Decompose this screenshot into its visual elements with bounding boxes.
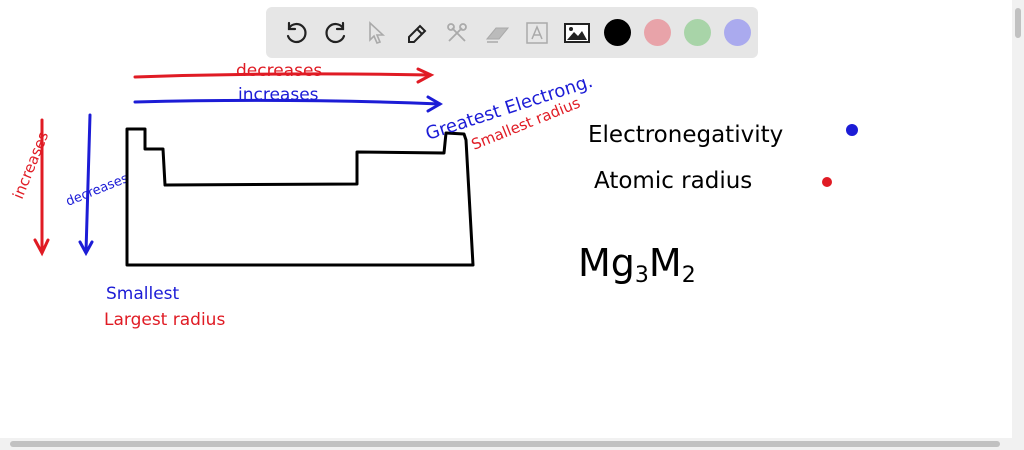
eraser-tool[interactable] <box>477 13 517 53</box>
select-icon <box>369 20 386 44</box>
vertical-scrollbar[interactable] <box>1012 0 1024 438</box>
legend-atomic-radius: Atomic radius <box>594 168 752 194</box>
color-swatch-black <box>603 19 631 46</box>
redo-button[interactable] <box>316 13 356 53</box>
color-blue[interactable] <box>718 13 758 53</box>
periodic-table-outline <box>125 127 475 267</box>
undo-icon <box>286 21 307 43</box>
color-swatch-blue <box>724 19 752 46</box>
color-swatch-red <box>644 19 672 46</box>
formula-m: M <box>649 241 682 285</box>
toolbar <box>266 7 758 58</box>
select-tool[interactable] <box>356 13 396 53</box>
redo-icon <box>325 21 346 43</box>
image-icon <box>564 22 591 43</box>
formula-mg: Mg <box>578 241 635 285</box>
color-black[interactable] <box>597 13 637 53</box>
scrollbar-corner <box>1012 438 1024 450</box>
formula-sub-2: 2 <box>682 263 696 288</box>
pen-tool[interactable] <box>397 13 437 53</box>
eraser-icon <box>485 27 509 43</box>
bottom-left-blue-label: Smallest <box>106 284 180 304</box>
blue-dot <box>846 124 858 136</box>
undo-button[interactable] <box>276 13 316 53</box>
horizontal-scrollbar-thumb[interactable] <box>10 441 1000 447</box>
red-dot <box>822 177 832 187</box>
formula-sub-3: 3 <box>635 263 649 288</box>
bottom-left-red-label: Largest radius <box>104 310 225 330</box>
color-red[interactable] <box>638 13 678 53</box>
top-blue-label: increases <box>238 85 319 105</box>
text-tool[interactable] <box>517 13 557 53</box>
pen-icon <box>407 24 427 43</box>
blue-arrow-down <box>78 113 94 257</box>
drawing-canvas[interactable]: decreases increases increases decreases … <box>0 0 1012 438</box>
legend-electronegativity: Electronegativity <box>588 122 783 148</box>
text-icon <box>526 21 548 44</box>
left-red-label: increases <box>9 129 52 202</box>
vertical-scrollbar-thumb[interactable] <box>1015 8 1021 38</box>
formula: Mg3M2 <box>578 241 696 288</box>
horizontal-scrollbar[interactable] <box>0 438 1012 450</box>
left-blue-label: decreases <box>64 171 131 210</box>
color-green[interactable] <box>678 13 718 53</box>
tools-icon <box>446 22 467 42</box>
top-red-label: decreases <box>236 61 322 81</box>
image-tool[interactable] <box>557 13 597 53</box>
color-swatch-green <box>684 19 712 46</box>
tools-button[interactable] <box>437 13 477 53</box>
